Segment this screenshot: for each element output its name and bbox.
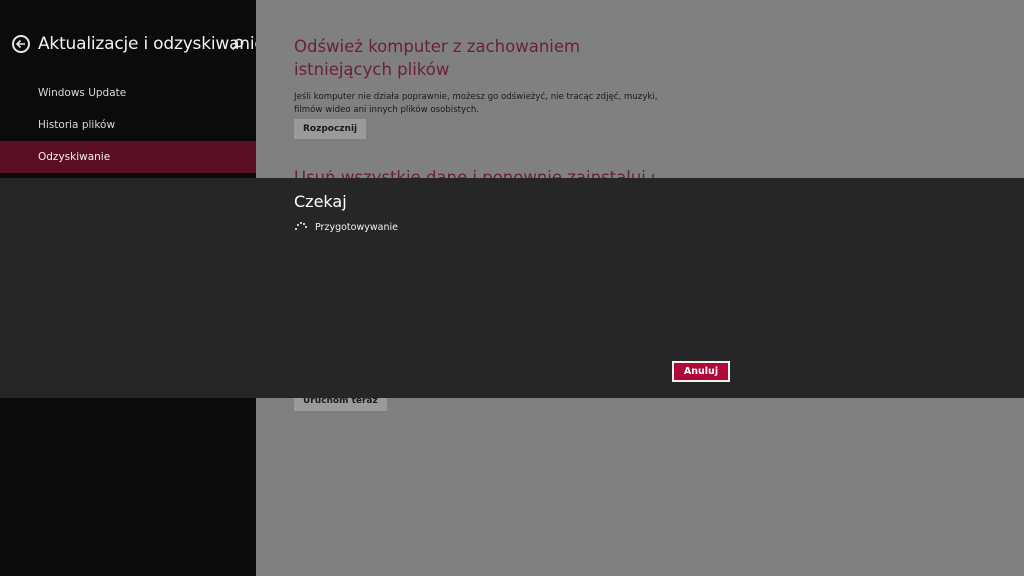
- sidebar-item-windows-update[interactable]: Windows Update: [0, 77, 256, 109]
- sidebar-item-recovery[interactable]: Odzyskiwanie: [0, 141, 256, 173]
- sidebar-item-file-history[interactable]: Historia plików: [0, 109, 256, 141]
- refresh-description: Jeśli komputer nie działa poprawnie, moż…: [294, 92, 658, 115]
- search-icon[interactable]: [231, 38, 244, 51]
- reset-heading-clip: Usuń wszystkie dane i ponownie zainstalu…: [294, 170, 654, 178]
- refresh-heading: Odśwież komputer z zachowaniem istniejąc…: [294, 37, 581, 79]
- dialog-title: Czekaj: [294, 192, 347, 211]
- back-arrow-icon[interactable]: [12, 35, 30, 53]
- cancel-button[interactable]: Anuluj: [672, 361, 730, 382]
- loading-spinner-icon: [293, 222, 307, 234]
- wait-dialog: Czekaj Przygotowywanie Anuluj: [0, 178, 1024, 398]
- reset-heading: Usuń wszystkie dane i ponownie zainstalu…: [294, 170, 654, 178]
- refresh-start-button[interactable]: Rozpocznij: [294, 119, 367, 139]
- dialog-status: Przygotowywanie: [315, 222, 398, 233]
